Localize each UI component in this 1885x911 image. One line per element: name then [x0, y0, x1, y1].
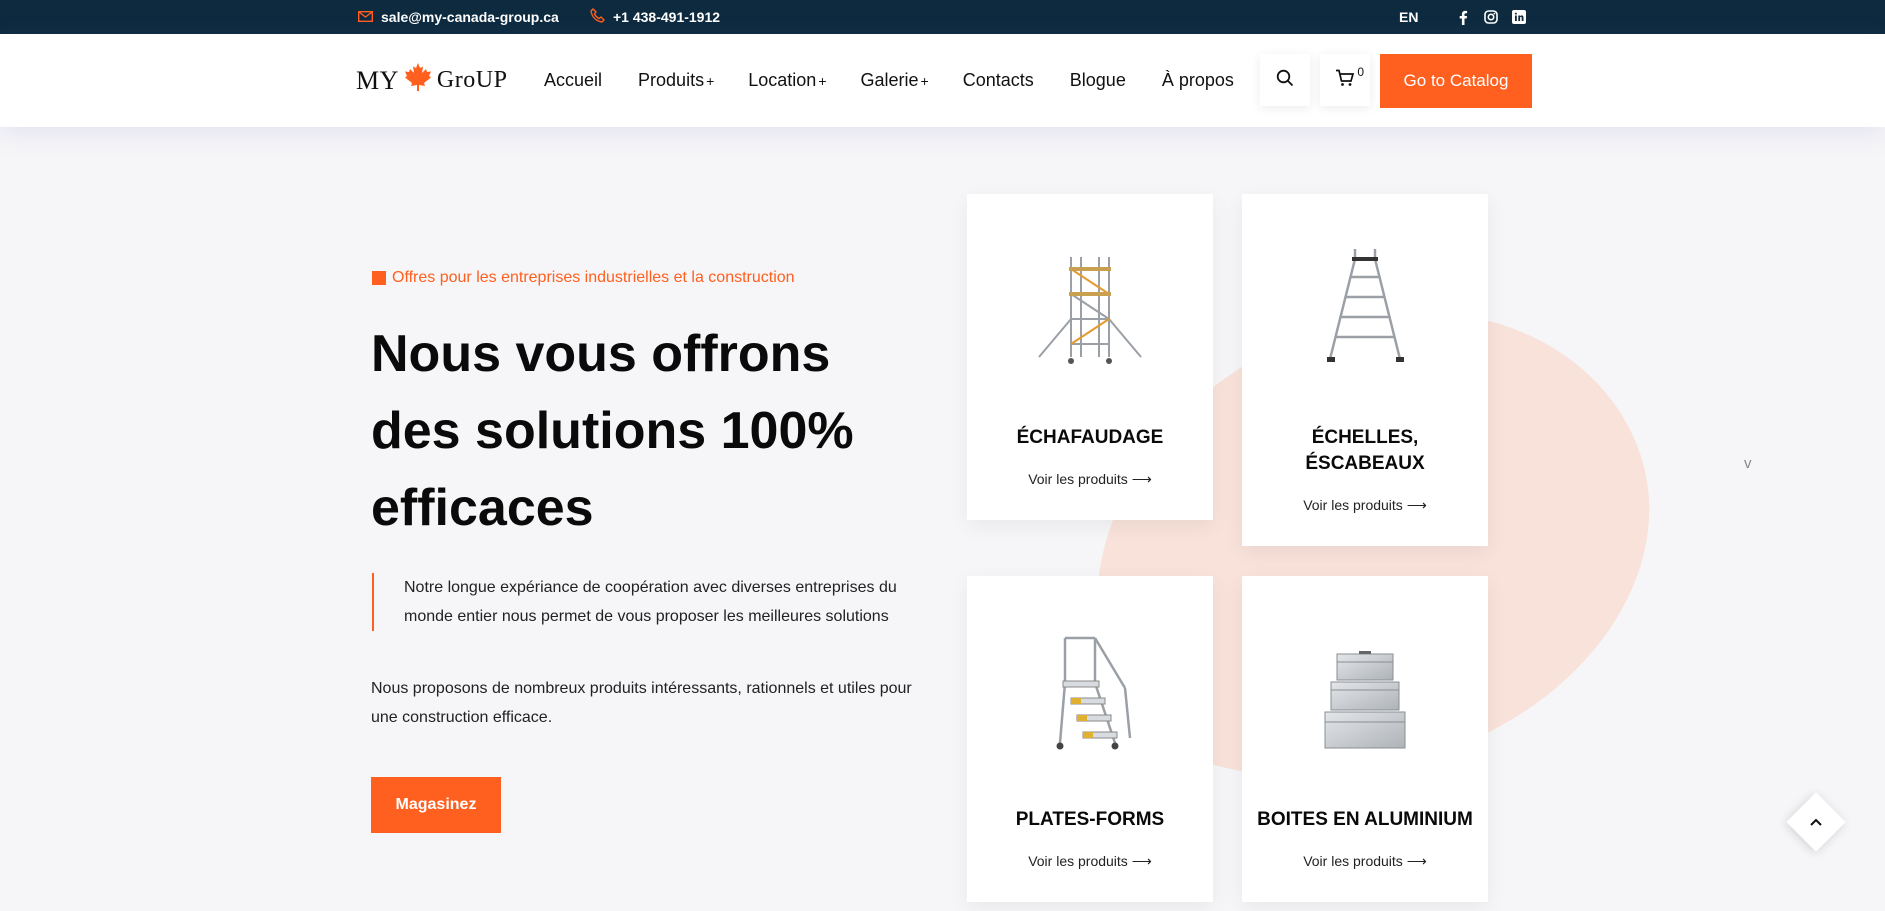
- linkedin-icon[interactable]: [1511, 9, 1527, 25]
- facebook-icon[interactable]: [1455, 9, 1471, 25]
- nav-label: Produits: [638, 70, 705, 90]
- site-logo[interactable]: MY GroUP: [356, 62, 507, 99]
- nav-label: Galerie: [860, 70, 919, 90]
- cart-count-badge: 0: [1357, 65, 1364, 79]
- phone-text: +1 438-491-1912: [613, 9, 721, 25]
- ladder-icon: [1242, 244, 1488, 374]
- chevron-up-icon: [1806, 812, 1826, 832]
- shop-button[interactable]: Magasinez: [371, 777, 501, 833]
- arrow-right-icon: ⟶: [1406, 497, 1427, 513]
- category-card-echafaudage[interactable]: ÉCHAFAUDAGE Voir les produits ⟶: [967, 194, 1213, 520]
- go-to-catalog-button[interactable]: Go to Catalog: [1380, 54, 1532, 108]
- language-selector[interactable]: EN: [1399, 0, 1418, 34]
- card-title: ÉCHAFAUDAGE: [1016, 427, 1164, 448]
- nav-label: Location: [748, 70, 817, 90]
- top-bar: sale@my-canada-group.ca +1 438-491-1912 …: [0, 0, 1885, 34]
- logo-text-right: GroUP: [436, 67, 508, 93]
- nav-plus: +: [920, 72, 929, 89]
- card-link-label: Voir les produits: [1028, 471, 1128, 487]
- nav-plus: +: [818, 72, 827, 89]
- cart-icon: [1335, 69, 1355, 92]
- search-button[interactable]: [1260, 54, 1310, 106]
- side-chevron[interactable]: v: [1744, 455, 1752, 472]
- category-card-boites-aluminium[interactable]: BOITES EN ALUMINIUM Voir les produits ⟶: [1242, 576, 1488, 902]
- tagline-text: Offres pour les entreprises industrielle…: [392, 269, 795, 286]
- nav-label: Accueil: [544, 70, 603, 90]
- nav-produits[interactable]: Produits +: [638, 70, 714, 91]
- arrow-right-icon: ⟶: [1131, 471, 1152, 487]
- main-nav: Accueil Produits + Location + Galerie + Con…: [544, 34, 1270, 127]
- card-title: PLATES-FORMS: [1015, 809, 1165, 830]
- card-title: BOITES EN ALUMINIUM: [1257, 809, 1473, 830]
- nav-blogue[interactable]: Blogue: [1070, 70, 1128, 91]
- instagram-icon[interactable]: [1483, 9, 1499, 25]
- nav-plus: +: [706, 72, 715, 89]
- main-header: MY GroUP Accueil Produits + Location + Gal…: [0, 34, 1885, 127]
- card-link-label: Voir les produits: [1303, 853, 1403, 869]
- card-link[interactable]: Voir les produits ⟶: [1242, 853, 1488, 870]
- card-link[interactable]: Voir les produits ⟶: [1242, 497, 1488, 514]
- card-link-label: Voir les produits: [1303, 497, 1403, 513]
- cart-button[interactable]: 0: [1320, 54, 1370, 106]
- tagline-square-icon: [372, 271, 386, 285]
- card-link-label: Voir les produits: [1028, 853, 1128, 869]
- nav-accueil[interactable]: Accueil: [544, 70, 604, 91]
- phone-icon: [590, 8, 605, 26]
- aluminium-box-icon: [1242, 636, 1488, 766]
- nav-location[interactable]: Location +: [748, 70, 826, 91]
- arrow-right-icon: ⟶: [1131, 853, 1152, 869]
- nav-label: Contacts: [962, 70, 1034, 90]
- hero-title: Nous vous offrons des solutions 100% eff…: [371, 325, 854, 537]
- nav-a-propos[interactable]: À propos: [1162, 70, 1236, 91]
- platform-icon: [967, 628, 1213, 758]
- category-card-echelles[interactable]: ÉCHELLES, ÉSCABEAUX Voir les produits ⟶: [1242, 194, 1488, 546]
- nav-label: Blogue: [1069, 70, 1126, 90]
- email-link[interactable]: sale@my-canada-group.ca: [357, 0, 559, 34]
- maple-leaf-icon: [403, 62, 433, 99]
- scaffold-icon: [967, 244, 1213, 374]
- hero-description: Nous proposons de nombreux produits inté…: [371, 680, 912, 726]
- search-icon: [1276, 69, 1294, 92]
- phone-link[interactable]: +1 438-491-1912: [590, 0, 720, 34]
- arrow-right-icon: ⟶: [1406, 853, 1427, 869]
- category-card-plates-forms[interactable]: PLATES-FORMS Voir les produits ⟶: [967, 576, 1213, 902]
- nav-galerie[interactable]: Galerie +: [861, 70, 929, 91]
- logo-text-left: MY: [356, 65, 399, 95]
- hero-tagline: Offres pour les entreprises industrielle…: [372, 269, 795, 287]
- nav-contacts[interactable]: Contacts: [963, 70, 1036, 91]
- card-title: ÉCHELLES, ÉSCABEAUX: [1305, 427, 1425, 474]
- email-text: sale@my-canada-group.ca: [381, 9, 559, 25]
- card-link[interactable]: Voir les produits ⟶: [967, 853, 1213, 870]
- nav-label: À propos: [1161, 70, 1234, 90]
- social-links: [1455, 0, 1527, 34]
- hero-quote: Notre longue expériance de coopération a…: [372, 573, 932, 631]
- mail-icon: [357, 9, 374, 25]
- card-link[interactable]: Voir les produits ⟶: [967, 471, 1213, 488]
